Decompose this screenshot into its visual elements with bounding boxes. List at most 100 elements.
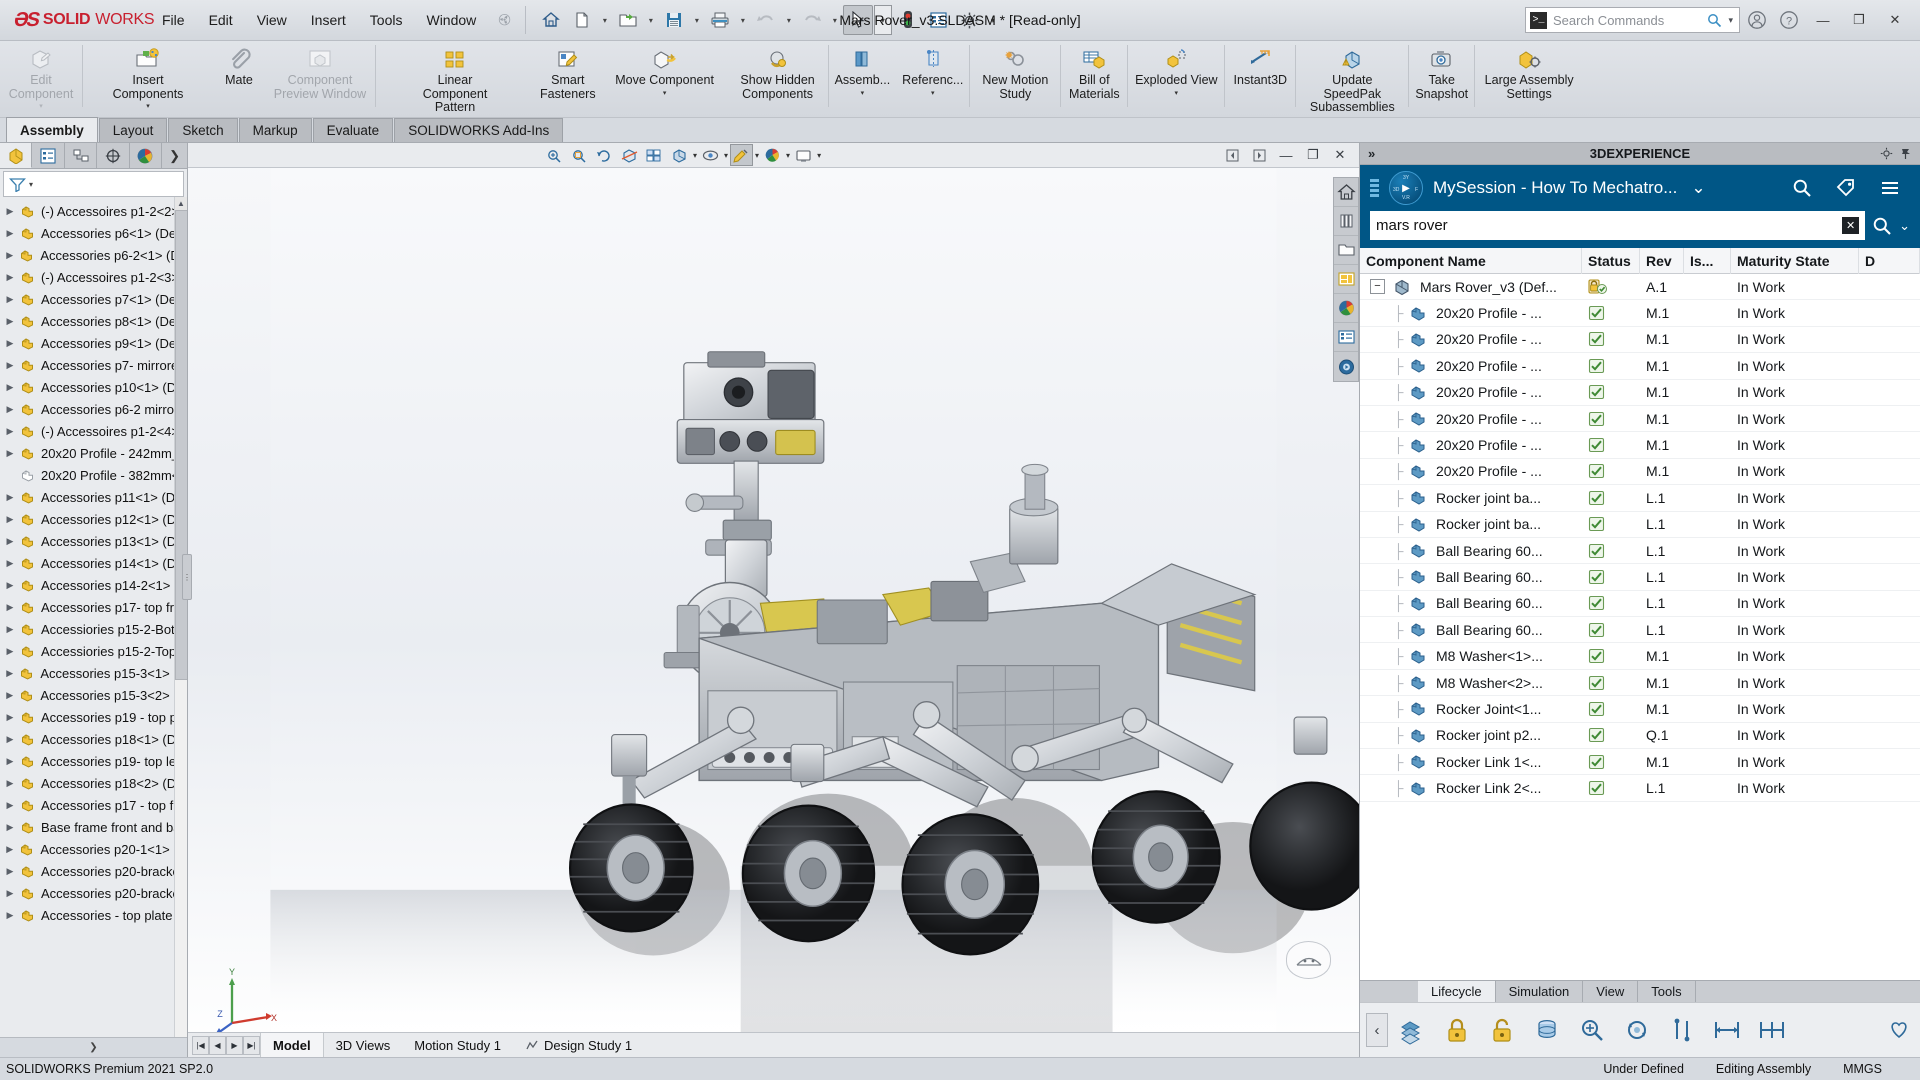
dx-tab-lifecycle[interactable]: Lifecycle xyxy=(1418,981,1496,1002)
ribbon-show-hidden-components[interactable]: Show Hidden Components xyxy=(728,41,828,101)
redo-icon[interactable] xyxy=(797,5,827,35)
feature-tree-item[interactable]: ▶ Accessories p12<1> (De xyxy=(0,508,187,530)
help-icon[interactable]: ? xyxy=(1774,5,1804,35)
chevron-down-icon[interactable]: ▾ xyxy=(1728,15,1735,26)
display-style-icon[interactable] xyxy=(668,144,691,166)
expand-arrow-icon[interactable]: ▶ xyxy=(4,888,16,899)
feature-tree-item[interactable]: ▶ Accessories p13<1> (De xyxy=(0,530,187,552)
search-icon[interactable] xyxy=(1788,178,1816,198)
open-dropdown[interactable]: ▾ xyxy=(644,5,658,35)
doc-tab-design-study-1[interactable]: Design Study 1 xyxy=(513,1033,644,1058)
status-units[interactable]: MMGS xyxy=(1827,1062,1898,1076)
expand-arrow-icon[interactable]: ▶ xyxy=(4,536,16,547)
undo-dropdown[interactable]: ▾ xyxy=(782,5,796,35)
expand-arrow-icon[interactable]: ▶ xyxy=(4,360,16,371)
chevron-down-icon[interactable]: ▾ xyxy=(146,102,150,110)
panel-resize-handle[interactable]: ⋮ xyxy=(182,554,192,601)
feature-tree-item[interactable]: ▶ Accessories p18<1> (De xyxy=(0,728,187,750)
expand-arrow-icon[interactable]: ▶ xyxy=(4,712,16,723)
tile-left-button[interactable] xyxy=(1219,144,1245,166)
expand-arrow-icon[interactable]: ▶ xyxy=(4,668,15,679)
feature-tree-scrollbar[interactable]: ▲ xyxy=(174,197,187,1037)
feature-tree-item[interactable]: ▶ Accessories p10<1> (De xyxy=(0,376,187,398)
feature-tree-item[interactable]: ▶ Accessories p6<1> (Defa xyxy=(0,222,187,244)
ribbon-large-assembly-settings[interactable]: Large Assembly Settings xyxy=(1475,41,1583,101)
feature-tree-item[interactable]: ▶ (-) Accessoires p1-2<3> xyxy=(0,266,187,288)
open-folder-icon[interactable] xyxy=(613,5,643,35)
table-row[interactable]: ├ Ball Bearing 60... L.1 In Work xyxy=(1360,538,1920,565)
previous-view-icon[interactable] xyxy=(593,144,616,166)
ribbon-linear-component-pattern[interactable]: Linear Component Pattern ▾ xyxy=(376,41,534,117)
table-row[interactable]: − Mars Rover_v3 (Def... A.1 In Work xyxy=(1360,274,1920,301)
table-row[interactable]: ├ 20x20 Profile - ... M.1 In Work xyxy=(1360,406,1920,433)
chevron-down-icon[interactable]: ▾ xyxy=(755,151,759,160)
expand-arrow-icon[interactable]: ▶ xyxy=(4,580,16,591)
column-rev[interactable]: Rev xyxy=(1640,247,1684,274)
view-orientation-icon[interactable] xyxy=(643,144,666,166)
ribbon-edit-component[interactable]: Edit Component ▾ xyxy=(0,41,82,110)
nav-first-button[interactable]: |◀ xyxy=(192,1035,209,1055)
window-minimize-button[interactable]: — xyxy=(1806,5,1840,35)
expand-arrow-icon[interactable]: ▶ xyxy=(4,228,16,239)
home-view-icon[interactable] xyxy=(1334,178,1358,207)
table-row[interactable]: ├ 20x20 Profile - ... M.1 In Work xyxy=(1360,300,1920,327)
clear-x-icon[interactable]: ✕ xyxy=(1842,217,1860,234)
collapse-left-icon[interactable]: ‹ xyxy=(1366,1013,1388,1047)
feature-tree-item[interactable]: ▶ 20x20 Profile - 242mm_n xyxy=(0,442,187,464)
document-close-button[interactable]: ✕ xyxy=(1327,144,1353,166)
save-icon[interactable] xyxy=(659,5,689,35)
feature-tree-item[interactable]: ▶ Accessories p20-bracket xyxy=(0,882,187,904)
expand-arrow-icon[interactable]: ▶ xyxy=(4,558,16,569)
search-icon[interactable] xyxy=(1707,13,1722,28)
expand-arrow-icon[interactable]: ▶ xyxy=(4,206,16,217)
table-row[interactable]: ├ Rocker Link 2<... L.1 In Work xyxy=(1360,775,1920,802)
tab-layout[interactable]: Layout xyxy=(98,118,168,142)
feature-tree-item[interactable]: ▶ Accessories p6-2 mirrore xyxy=(0,398,187,420)
tab-markup[interactable]: Markup xyxy=(238,118,312,142)
hide-show-items-icon[interactable] xyxy=(699,144,722,166)
chevron-down-icon[interactable]: ▾ xyxy=(39,102,43,110)
chevron-down-icon[interactable]: ▾ xyxy=(931,89,935,97)
expand-arrow-icon[interactable]: ▶ xyxy=(4,734,16,745)
table-row[interactable]: ├ M8 Washer<2>... M.1 In Work xyxy=(1360,670,1920,697)
expand-arrow-icon[interactable]: ▶ xyxy=(4,646,16,657)
dx-pin-icon[interactable] xyxy=(1899,147,1912,160)
feature-tree-filter[interactable]: ▾ xyxy=(3,171,184,197)
dimxpert-icon[interactable] xyxy=(97,143,130,168)
print-dropdown[interactable]: ▾ xyxy=(736,5,750,35)
table-row[interactable]: ├ 20x20 Profile - ... M.1 In Work xyxy=(1360,380,1920,406)
expand-arrow-icon[interactable]: ▶ xyxy=(4,272,16,283)
menu-insert[interactable]: Insert xyxy=(299,8,358,32)
display-manager-icon[interactable] xyxy=(130,143,163,168)
feature-tree-item[interactable]: ▶ Accessories p9<1> (Defa xyxy=(0,332,187,354)
ribbon-instant3d[interactable]: Instant3D xyxy=(1225,41,1295,88)
expand-arrow-icon[interactable]: ▶ xyxy=(4,690,15,701)
table-row[interactable]: ├ Rocker joint ba... L.1 In Work xyxy=(1360,512,1920,538)
feature-tree-item[interactable]: ▶ Accessories p17 - top fro xyxy=(0,794,187,816)
menu-file[interactable]: File xyxy=(150,8,197,32)
ribbon-reference-geometry[interactable]: Referenc... ▾ xyxy=(896,41,969,97)
unlock-icon[interactable] xyxy=(1481,1009,1523,1051)
feature-tree[interactable]: ▶ (-) Accessoires p1-2<2> ▶ Accessories p6<… xyxy=(0,197,187,1037)
table-row[interactable]: ├ Rocker joint p2... Q.1 In Work xyxy=(1360,723,1920,750)
feature-tree-item[interactable]: ▶ (-) Accessoires p1-2<2> xyxy=(0,200,187,222)
scrollbar-thumb[interactable] xyxy=(175,210,187,680)
view-selector-bubble[interactable] xyxy=(1286,941,1331,979)
chevron-down-icon[interactable]: ▾ xyxy=(29,180,33,189)
feature-tree-item[interactable]: ▶ Accessories p14<1> (De xyxy=(0,552,187,574)
feature-tree-item[interactable]: ▶ Accessories p17- top fro xyxy=(0,596,187,618)
expand-arrow-icon[interactable]: ▶ xyxy=(4,316,16,327)
doc-tab-model[interactable]: Model xyxy=(260,1032,324,1057)
file-explorer-icon[interactable] xyxy=(1334,236,1358,265)
chevron-down-icon[interactable]: ▾ xyxy=(1175,89,1179,97)
feature-tree-item[interactable]: ▶ Base frame front and bac xyxy=(0,816,187,838)
view-settings-icon[interactable] xyxy=(792,144,815,166)
feature-tree-item[interactable]: ▶ Accessories - top plate b xyxy=(0,904,187,926)
user-account-icon[interactable] xyxy=(1742,5,1772,35)
view-palette-icon[interactable] xyxy=(1334,265,1358,294)
menu-edit[interactable]: Edit xyxy=(197,8,245,32)
expand-arrow-icon[interactable]: ▶ xyxy=(4,756,16,767)
expand-arrow-icon[interactable]: ▶ xyxy=(4,778,16,789)
dx-tab-view[interactable]: View xyxy=(1583,981,1639,1002)
undo-icon[interactable] xyxy=(751,5,781,35)
